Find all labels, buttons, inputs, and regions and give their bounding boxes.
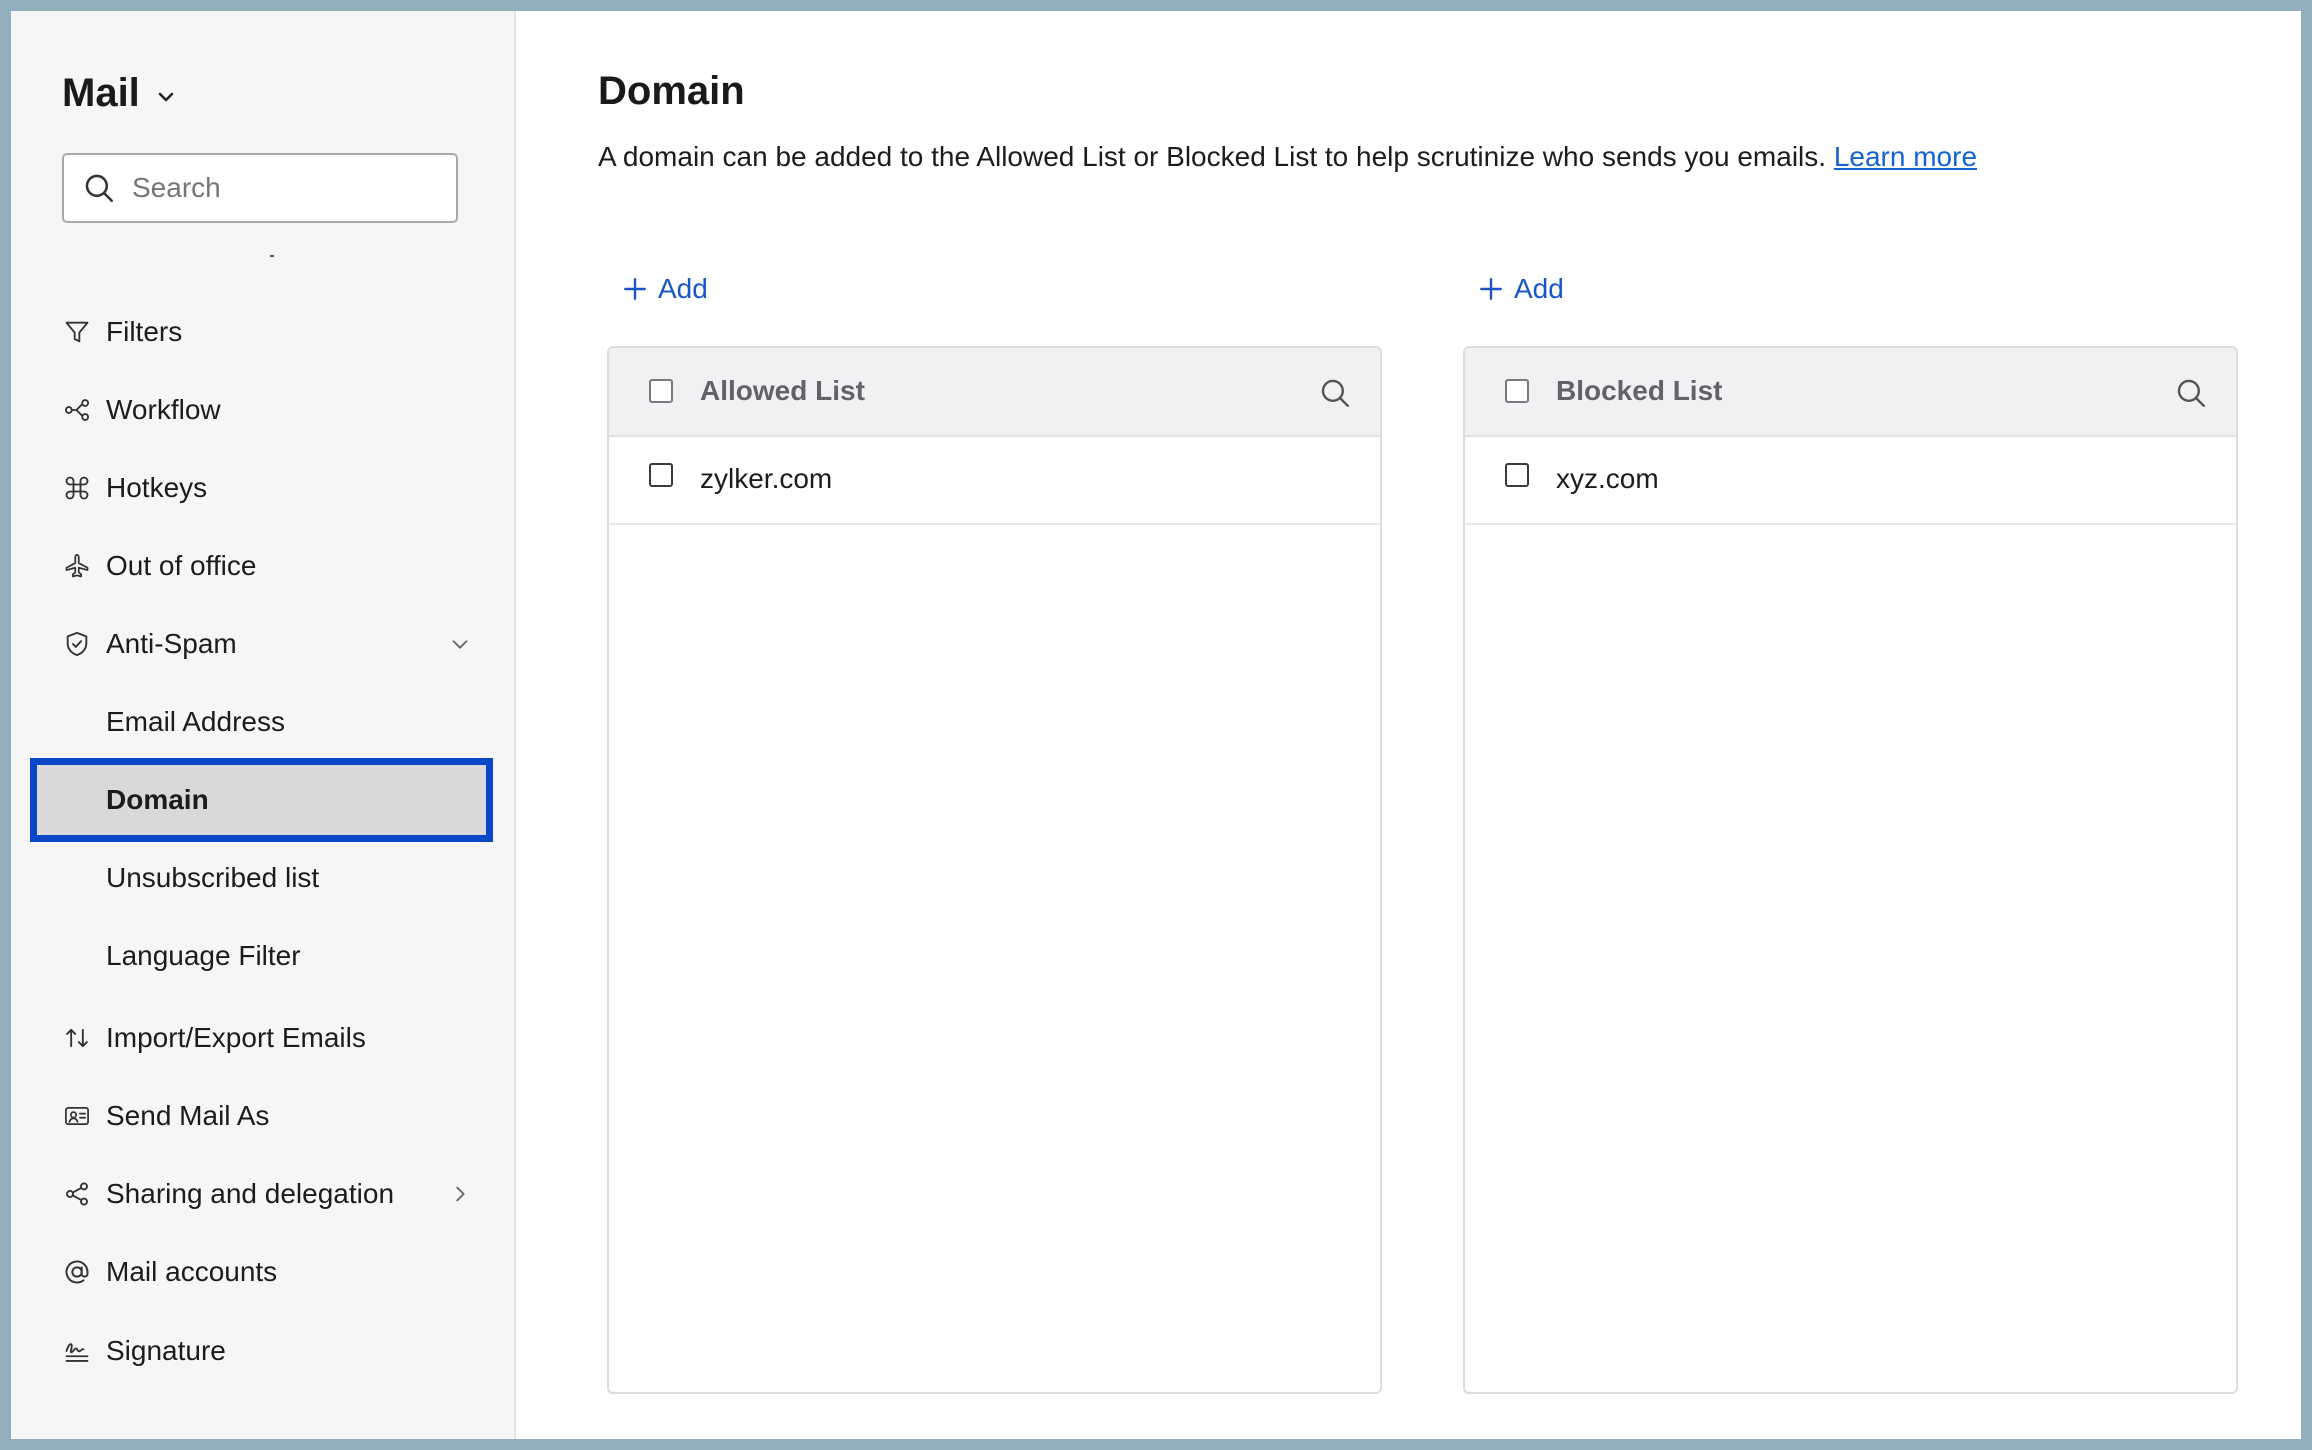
shield-icon	[62, 629, 92, 659]
allowed-list-title: Allowed List	[700, 375, 865, 406]
sidebar-item-label: Anti-Spam	[106, 628, 237, 659]
sidebar: Mail Filters Workflow Hotkeys	[11, 11, 516, 1439]
app-switcher[interactable]: Mail	[62, 71, 178, 116]
command-key-icon	[62, 473, 92, 503]
sidebar-item-filters[interactable]: Filters	[11, 297, 514, 367]
blocked-list-header: Blocked List	[1465, 348, 2236, 437]
import-export-icon	[62, 1023, 92, 1053]
learn-more-link[interactable]: Learn more	[1834, 141, 1977, 172]
airplane-icon	[62, 551, 92, 581]
signature-icon	[62, 1336, 92, 1366]
sidebar-item-hotkeys[interactable]: Hotkeys	[11, 453, 514, 523]
share-icon	[62, 1179, 92, 1209]
sidebar-item-signature[interactable]: Signature	[11, 1316, 514, 1386]
select-all-checkbox[interactable]	[649, 379, 673, 403]
main-content: Domain A domain can be added to the Allo…	[516, 11, 2301, 1439]
add-blocked-domain-button[interactable]: Add	[1478, 273, 1564, 305]
domain-value: xyz.com	[1556, 463, 1659, 494]
settings-window: Mail Filters Workflow Hotkeys	[11, 11, 2301, 1439]
sidebar-search[interactable]	[62, 153, 458, 223]
sidebar-item-unsubscribed-list[interactable]: Unsubscribed list	[11, 843, 514, 913]
sidebar-item-label: Signature	[106, 1335, 226, 1366]
plus-icon	[624, 278, 646, 300]
row-checkbox[interactable]	[649, 463, 673, 487]
search-icon[interactable]	[1318, 376, 1352, 410]
sidebar-item-label: Hotkeys	[106, 472, 208, 503]
chevron-down-icon	[452, 640, 468, 649]
sidebar-item-language-filter[interactable]: Language Filter	[11, 921, 514, 991]
contact-card-icon	[62, 1101, 92, 1131]
sidebar-item-label: Sharing and delegation	[106, 1178, 395, 1209]
sidebar-item-email-address[interactable]: Email Address	[11, 687, 514, 757]
sidebar-item-mail-accounts[interactable]: Mail accounts	[11, 1237, 514, 1307]
list-item[interactable]: zylker.com	[609, 437, 1380, 525]
sidebar-item-label: Workflow	[106, 394, 221, 425]
page-title: Domain	[598, 69, 745, 113]
sidebar-item-out-of-office[interactable]: Out of office	[11, 531, 514, 601]
scroll-indicator	[270, 255, 274, 257]
sidebar-item-label: Unsubscribed list	[106, 862, 320, 893]
row-checkbox[interactable]	[1505, 463, 1529, 487]
sidebar-item-domain[interactable]: Domain	[30, 758, 493, 842]
sidebar-item-workflow[interactable]: Workflow	[11, 375, 514, 445]
sidebar-item-import-export[interactable]: Import/Export Emails	[11, 1003, 514, 1073]
sidebar-item-anti-spam[interactable]: Anti-Spam	[11, 609, 514, 679]
add-label: Add	[1514, 273, 1564, 304]
description-text: A domain can be added to the Allowed Lis…	[598, 141, 1827, 172]
allowed-list-panel: Allowed List zylker.com	[607, 346, 1382, 1394]
add-label: Add	[658, 273, 708, 304]
blocked-list-title: Blocked List	[1556, 375, 1723, 406]
sidebar-item-label: Email Address	[106, 706, 285, 737]
select-all-checkbox[interactable]	[1505, 379, 1529, 403]
sidebar-item-label: Domain	[106, 784, 209, 815]
sidebar-item-label: Language Filter	[106, 940, 301, 971]
domain-value: zylker.com	[700, 463, 833, 494]
chevron-right-icon	[456, 1186, 465, 1202]
filter-icon	[62, 317, 92, 347]
page-description: A domain can be added to the Allowed Lis…	[598, 141, 1977, 173]
at-sign-icon	[62, 1257, 92, 1287]
allowed-list-header: Allowed List	[609, 348, 1380, 437]
sidebar-item-label: Import/Export Emails	[106, 1022, 366, 1053]
sidebar-item-send-mail-as[interactable]: Send Mail As	[11, 1081, 514, 1151]
list-item[interactable]: xyz.com	[1465, 437, 2236, 525]
sidebar-item-sharing-delegation[interactable]: Sharing and delegation	[11, 1159, 514, 1229]
plus-icon	[1480, 278, 1502, 300]
sidebar-item-label: Filters	[106, 316, 183, 347]
search-icon	[85, 174, 114, 203]
add-allowed-domain-button[interactable]: Add	[622, 273, 708, 305]
blocked-list-panel: Blocked List xyz.com	[1463, 346, 2238, 1394]
chevron-down-icon	[158, 92, 174, 101]
sidebar-item-label: Out of office	[106, 550, 257, 581]
search-input[interactable]	[130, 171, 434, 205]
sidebar-item-label: Send Mail As	[106, 1100, 270, 1131]
app-title: Mail	[62, 71, 140, 115]
search-icon[interactable]	[2174, 376, 2208, 410]
sidebar-item-label: Mail accounts	[106, 1256, 278, 1287]
workflow-icon	[62, 395, 92, 425]
